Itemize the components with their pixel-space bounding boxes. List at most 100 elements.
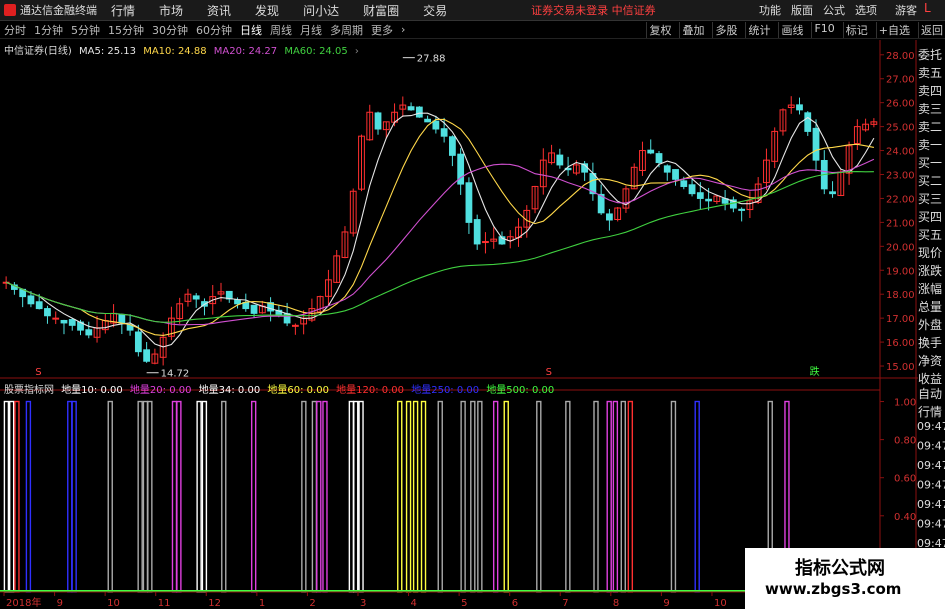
legend-ma60: MA60: 24.05 [284, 46, 348, 57]
date-tick-label: 6 [512, 598, 518, 609]
brand-watermark: 指标公式网 www.zbgs3.com [745, 548, 945, 609]
sub-legend: 股票指标网 地量10: 0.00 地量20: 0.00 地量34: 0.00 地… [4, 381, 558, 396]
date-tick-label: 9 [663, 598, 669, 609]
legend-diliang250: 地量250: 0.00 [411, 385, 480, 396]
price-tick-label: 25.00 [886, 123, 915, 134]
sidebar-ask2: 卖二 [918, 120, 943, 134]
candle-body [796, 104, 803, 111]
price-tick-label: 21.00 [886, 218, 915, 229]
signal-bar [176, 400, 182, 593]
price-tick-label: 22.00 [886, 194, 915, 205]
signal-bar [460, 400, 466, 593]
candle-body [738, 208, 746, 211]
candle-body [192, 295, 200, 300]
price-tick-label: 23.00 [886, 170, 915, 181]
price-tick-label: 15.00 [886, 362, 915, 373]
signal-bar [107, 400, 113, 593]
sidebar-bid2: 买二 [918, 174, 943, 188]
signal-bar [137, 400, 143, 593]
more-indicator-icon[interactable]: › [355, 46, 359, 57]
signal-bar [25, 400, 32, 593]
legend-ma20: MA20: 24.27 [213, 46, 278, 57]
ma5-line [5, 112, 875, 348]
legend-diliang34: 地量34: 0.00 [198, 385, 261, 396]
time-label: 09:47 [917, 440, 945, 453]
signal-bar [358, 400, 364, 593]
candle-body [556, 154, 564, 166]
corner-label: L [924, 1, 931, 15]
signal-bar [437, 400, 443, 593]
date-tick-label: 4 [411, 598, 417, 609]
candle-body [829, 191, 836, 195]
candle-body [655, 153, 663, 164]
quote-sidebar: 委托 卖五 卖四 卖三 卖二 卖一 买一 买二 买三 买四 买五 现价 涨跌 涨… [918, 46, 945, 388]
date-tick-label: 10 [107, 598, 120, 609]
signal-bar [71, 400, 77, 593]
legend-ma10: MA10: 24.88 [143, 46, 207, 57]
signal-bar [503, 400, 509, 593]
signal-bar [470, 400, 476, 593]
signal-bar [201, 400, 208, 593]
sidebar-change: 涨跌 [918, 264, 943, 278]
sidebar-turnover: 换手 [918, 336, 943, 350]
sidebar-quote-label[interactable]: 行情 [918, 403, 945, 421]
candle-body [415, 106, 423, 118]
price-tick-label: 19.00 [886, 266, 915, 277]
sidebar-bid4: 买四 [918, 210, 943, 224]
sidebar-price: 现价 [918, 246, 943, 260]
signal-bar [670, 400, 677, 593]
candle-body [118, 313, 126, 324]
sidebar-bid3: 买三 [918, 192, 943, 206]
time-label: 09:47 [917, 420, 945, 433]
sidebar-ask4: 卖四 [918, 84, 943, 98]
sub-tick-label: 0.80 [894, 436, 916, 447]
candle-body [705, 198, 712, 202]
candle-body [44, 308, 51, 317]
date-tick-label: 8 [613, 598, 619, 609]
signal-bar [353, 400, 359, 593]
time-label: 09:47 [917, 459, 945, 472]
sidebar-ask3: 卖三 [918, 102, 943, 116]
signal-marker: S [35, 367, 41, 378]
legend-diliang500: 地量500: 0.00 [486, 385, 555, 396]
date-tick-label: 1 [259, 598, 265, 609]
candle-body [440, 128, 448, 137]
signal-bar [492, 400, 499, 593]
candle-body [424, 118, 431, 123]
candle-body [482, 241, 489, 244]
price-tick-label: 26.00 [886, 99, 915, 110]
kline-chart[interactable]: 28.0027.0026.0025.0024.0023.0022.0021.00… [0, 0, 945, 609]
signal-bar [536, 400, 542, 593]
price-tick-label: 17.00 [886, 314, 915, 325]
candle-body [68, 319, 76, 326]
signal-bar [348, 400, 355, 593]
candle-body [234, 299, 241, 305]
candle-body [407, 106, 415, 111]
date-tick-label: 12 [208, 598, 221, 609]
sidebar-entrust[interactable]: 委托 [918, 46, 945, 64]
legend-diliang20: 地量20: 0.00 [129, 385, 192, 396]
sidebar-auto-label[interactable]: 自动 [918, 385, 945, 403]
ma10-line [5, 118, 875, 336]
signal-bar [14, 400, 20, 593]
candle-body [449, 136, 456, 156]
date-tick-label: 2018年 [6, 596, 41, 609]
signal-bar [620, 400, 626, 593]
candle-body [143, 349, 151, 362]
sidebar-bid5: 买五 [918, 228, 943, 242]
candle-body [60, 319, 68, 324]
signal-marker: 跌 [810, 365, 820, 378]
stock-title: 中信证券(日线) [4, 46, 72, 57]
candle-body [812, 127, 820, 161]
sub-tick-label: 1.00 [894, 398, 916, 409]
signal-bar [250, 400, 257, 593]
indicator-title[interactable]: 股票指标网 [4, 385, 54, 396]
price-tick-label: 27.00 [886, 75, 915, 86]
date-tick-label: 10 [714, 598, 727, 609]
signal-bar [627, 400, 634, 593]
legend-diliang10: 地量10: 0.00 [61, 385, 123, 396]
signal-bar [420, 400, 427, 593]
signal-bar [67, 400, 73, 593]
annotation-label: 14.72 [161, 369, 190, 380]
signal-bar [593, 400, 599, 593]
